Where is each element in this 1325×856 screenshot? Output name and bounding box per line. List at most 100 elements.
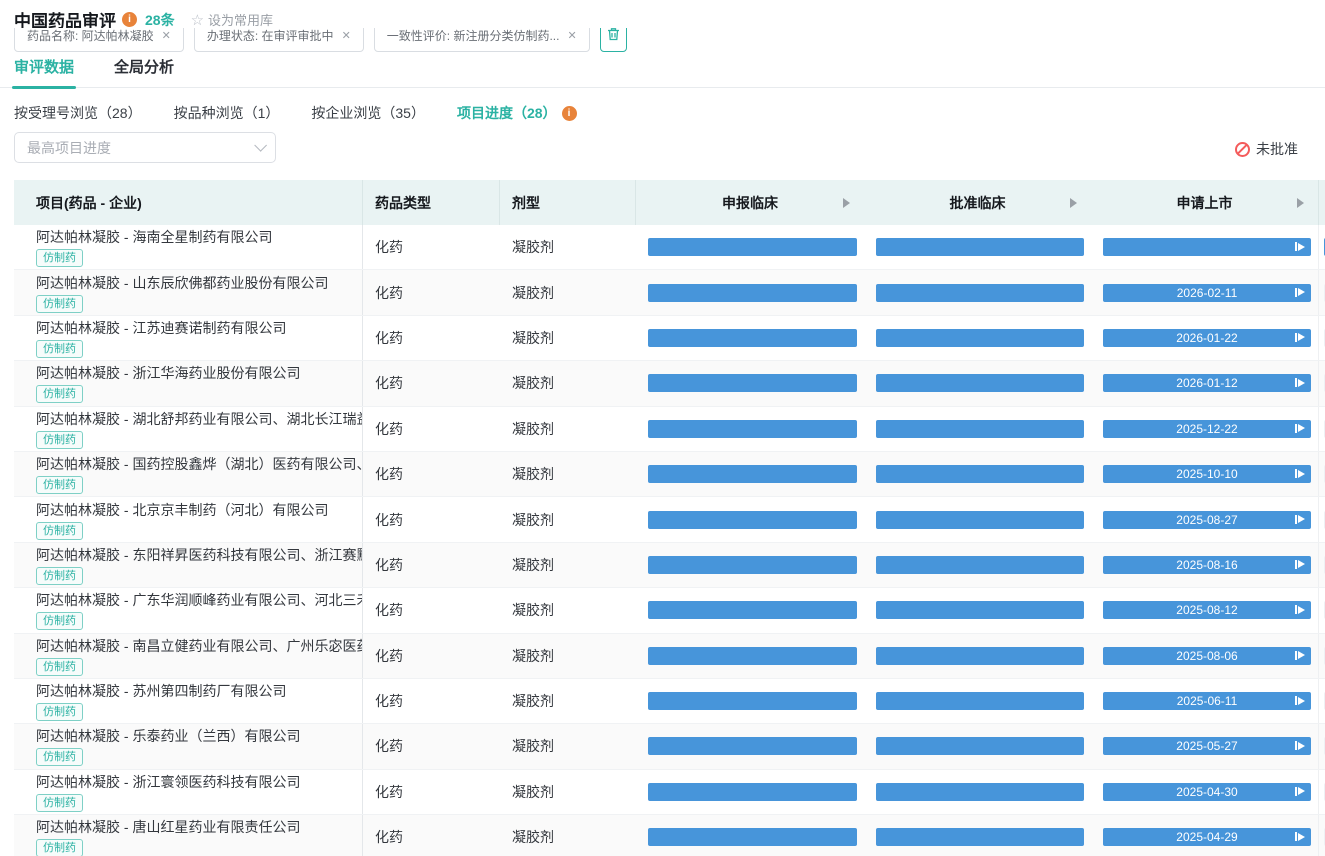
project-name[interactable]: 阿达帕林凝胶 - 浙江华海药业股份有限公司: [36, 363, 300, 383]
project-name[interactable]: 阿达帕林凝胶 - 唐山红星药业有限责任公司: [36, 817, 300, 837]
apply-market-bar[interactable]: 2025-04-29: [1103, 828, 1311, 846]
progress-select[interactable]: 最高项目进度: [14, 132, 276, 163]
project-name[interactable]: 阿达帕林凝胶 - 江苏迪赛诺制药有限公司: [36, 318, 286, 338]
apply-market-bar[interactable]: 2025-10-10: [1103, 465, 1311, 483]
approve-clinical-bar[interactable]: [876, 828, 1084, 846]
table-row[interactable]: 阿达帕林凝胶 - 湖北舒邦药业有限公司、湖北长江瑞益 仿制药 化药 凝胶剂 20…: [14, 407, 1325, 452]
project-name[interactable]: 阿达帕林凝胶 - 浙江寰领医药科技有限公司: [36, 772, 300, 792]
apply-clinical-bar[interactable]: [648, 238, 857, 256]
apply-market-bar[interactable]: 2025-08-12: [1103, 601, 1311, 619]
project-name[interactable]: 阿达帕林凝胶 - 南昌立健药业有限公司、广州乐宓医药: [36, 636, 363, 656]
project-name[interactable]: 阿达帕林凝胶 - 湖北舒邦药业有限公司、湖北长江瑞益: [36, 409, 363, 429]
approve-clinical-bar[interactable]: [876, 374, 1084, 392]
apply-clinical-bar[interactable]: [648, 601, 857, 619]
apply-clinical-bar[interactable]: [648, 420, 857, 438]
close-icon[interactable]: ✕: [567, 29, 576, 42]
generic-drug-badge: 仿制药: [36, 295, 83, 313]
close-icon[interactable]: ✕: [342, 29, 351, 42]
approve-clinical-bar[interactable]: [876, 737, 1084, 755]
project-name[interactable]: 阿达帕林凝胶 - 苏州第四制药厂有限公司: [36, 681, 286, 701]
approve-clinical-bar[interactable]: [876, 601, 1084, 619]
approve-clinical-bar[interactable]: [876, 420, 1084, 438]
table-row[interactable]: 阿达帕林凝胶 - 国药控股鑫烨（湖北）医药有限公司、 仿制药 化药 凝胶剂 20…: [14, 452, 1325, 497]
approve-clinical-bar[interactable]: [876, 556, 1084, 574]
apply-market-bar[interactable]: 2025-08-06: [1103, 647, 1311, 665]
column-header-phase: 批准临床: [864, 180, 1091, 225]
not-approved-legend[interactable]: 未批准: [1235, 139, 1298, 159]
phase-expand-icon[interactable]: [843, 198, 850, 208]
phase-expand-icon[interactable]: [1297, 198, 1304, 208]
approve-clinical-bar[interactable]: [876, 511, 1084, 529]
apply-clinical-bar[interactable]: [648, 511, 857, 529]
apply-clinical-bar[interactable]: [648, 828, 857, 846]
project-name[interactable]: 阿达帕林凝胶 - 山东辰欣佛都药业股份有限公司: [36, 273, 328, 293]
tab-global-analysis[interactable]: 全局分析: [114, 56, 174, 87]
approve-clinical-bar[interactable]: [876, 329, 1084, 347]
apply-market-bar[interactable]: 2025-04-30: [1103, 783, 1311, 801]
apply-market-bar[interactable]: 2025-08-16: [1103, 556, 1311, 574]
apply-clinical-bar[interactable]: [648, 647, 857, 665]
table-row[interactable]: 阿达帕林凝胶 - 乐泰药业（兰西）有限公司 仿制药 化药 凝胶剂 2025-05…: [14, 724, 1325, 769]
subtab-0[interactable]: 按受理号浏览（28）: [14, 103, 142, 123]
table-row[interactable]: 阿达帕林凝胶 - 浙江寰领医药科技有限公司 仿制药 化药 凝胶剂 2025-04…: [14, 770, 1325, 815]
approve-clinical-bar[interactable]: [876, 465, 1084, 483]
table-row[interactable]: 阿达帕林凝胶 - 北京京丰制药（河北）有限公司 仿制药 化药 凝胶剂 2025-…: [14, 497, 1325, 542]
table-row[interactable]: 阿达帕林凝胶 - 苏州第四制药厂有限公司 仿制药 化药 凝胶剂 2025-06-…: [14, 679, 1325, 724]
info-icon[interactable]: i: [122, 12, 137, 27]
apply-clinical-bar[interactable]: [648, 737, 857, 755]
apply-clinical-bar[interactable]: [648, 783, 857, 801]
info-icon[interactable]: i: [562, 106, 577, 121]
table-row[interactable]: 阿达帕林凝胶 - 浙江华海药业股份有限公司 仿制药 化药 凝胶剂 2026-01…: [14, 361, 1325, 406]
project-name[interactable]: 阿达帕林凝胶 - 北京京丰制药（河北）有限公司: [36, 500, 328, 520]
step-forward-icon: [1295, 651, 1306, 660]
subtab-2[interactable]: 按企业浏览（35）: [311, 103, 425, 123]
approve-clinical-bar[interactable]: [876, 238, 1084, 256]
project-name[interactable]: 阿达帕林凝胶 - 海南全星制药有限公司: [36, 227, 272, 247]
apply-market-bar[interactable]: 2025-06-11: [1103, 692, 1311, 710]
dosage-form: 凝胶剂: [500, 497, 636, 541]
favorite-button[interactable]: ☆ 设为常用库: [191, 10, 273, 29]
project-name[interactable]: 阿达帕林凝胶 - 乐泰药业（兰西）有限公司: [36, 726, 300, 746]
apply-market-bar[interactable]: [1103, 238, 1311, 256]
apply-clinical-bar[interactable]: [648, 465, 857, 483]
approve-clinical-bar[interactable]: [876, 692, 1084, 710]
approve-clinical-bar[interactable]: [876, 783, 1084, 801]
apply-clinical-bar[interactable]: [648, 284, 857, 302]
apply-market-bar[interactable]: 2026-02-11: [1103, 284, 1311, 302]
apply-clinical-bar[interactable]: [648, 329, 857, 347]
table-row[interactable]: 阿达帕林凝胶 - 山东辰欣佛都药业股份有限公司 仿制药 化药 凝胶剂 2026-…: [14, 270, 1325, 315]
approve-clinical-bar[interactable]: [876, 647, 1084, 665]
filter-chip[interactable]: 药品名称: 阿达帕林凝胶 ✕: [14, 28, 184, 52]
project-name[interactable]: 阿达帕林凝胶 - 国药控股鑫烨（湖北）医药有限公司、: [36, 454, 363, 474]
subtab-3[interactable]: 项目进度（28） i: [457, 103, 577, 123]
tab-review-data[interactable]: 审评数据: [14, 56, 74, 87]
apply-market-bar[interactable]: 2025-05-27: [1103, 737, 1311, 755]
table-row[interactable]: 阿达帕林凝胶 - 海南全星制药有限公司 仿制药 化药 凝胶剂: [14, 225, 1325, 270]
project-name[interactable]: 阿达帕林凝胶 - 东阳祥昇医药科技有限公司、浙江赛默: [36, 545, 363, 565]
phase-expand-icon[interactable]: [1070, 198, 1077, 208]
apply-market-bar[interactable]: 2025-12-22: [1103, 420, 1311, 438]
dosage-form: 凝胶剂: [500, 634, 636, 678]
apply-market-bar[interactable]: 2026-01-22: [1103, 329, 1311, 347]
filter-chip[interactable]: 办理状态: 在审评审批中 ✕: [194, 28, 364, 52]
apply-market-bar[interactable]: 2025-08-27: [1103, 511, 1311, 529]
apply-market-bar[interactable]: 2026-01-12: [1103, 374, 1311, 392]
market-date: 2025-04-30: [1176, 783, 1237, 801]
table-row[interactable]: 阿达帕林凝胶 - 唐山红星药业有限责任公司 仿制药 化药 凝胶剂 2025-04…: [14, 815, 1325, 856]
table-row[interactable]: 阿达帕林凝胶 - 东阳祥昇医药科技有限公司、浙江赛默 仿制药 化药 凝胶剂 20…: [14, 543, 1325, 588]
approve-clinical-bar[interactable]: [876, 284, 1084, 302]
drug-type: 化药: [363, 225, 500, 269]
close-icon[interactable]: ✕: [162, 29, 171, 42]
table-row[interactable]: 阿达帕林凝胶 - 广东华润顺峰药业有限公司、河北三禾 仿制药 化药 凝胶剂 20…: [14, 588, 1325, 633]
filter-chip[interactable]: 一致性评价: 新注册分类仿制药... ✕: [374, 28, 590, 52]
subtab-1[interactable]: 按品种浏览（1）: [174, 103, 280, 123]
apply-clinical-bar[interactable]: [648, 692, 857, 710]
clear-filters-button[interactable]: [600, 28, 627, 52]
generic-drug-badge: 仿制药: [36, 385, 83, 403]
table-row[interactable]: 阿达帕林凝胶 - 江苏迪赛诺制药有限公司 仿制药 化药 凝胶剂 2026-01-…: [14, 316, 1325, 361]
project-name[interactable]: 阿达帕林凝胶 - 广东华润顺峰药业有限公司、河北三禾: [36, 590, 363, 610]
apply-clinical-bar[interactable]: [648, 374, 857, 392]
table-row[interactable]: 阿达帕林凝胶 - 南昌立健药业有限公司、广州乐宓医药 仿制药 化药 凝胶剂 20…: [14, 634, 1325, 679]
apply-clinical-bar[interactable]: [648, 556, 857, 574]
generic-drug-badge: 仿制药: [36, 522, 83, 540]
